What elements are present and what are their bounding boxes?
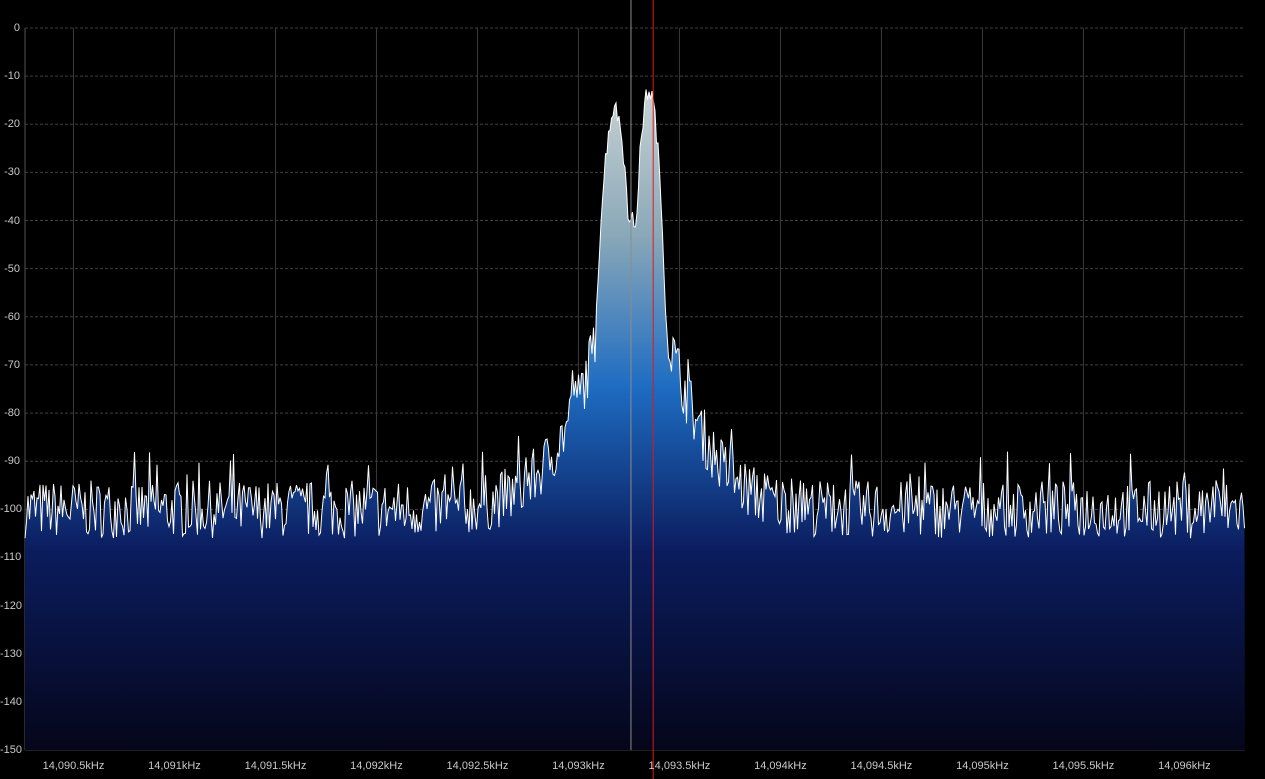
x-axis-label: 14,091.5kHz	[244, 760, 307, 772]
spectrum-display[interactable]	[0, 0, 1265, 779]
y-axis-label: -100	[0, 503, 23, 516]
y-axis-label: -80	[4, 407, 20, 420]
y-axis-label: 0	[13, 22, 20, 34]
y-axis-label: -120	[0, 599, 23, 612]
y-axis-label: -90	[4, 455, 20, 468]
y-axis-label: -10	[4, 70, 20, 83]
x-axis-label: 14,095.5kHz	[1052, 760, 1115, 772]
y-axis-label: -40	[4, 214, 20, 227]
x-axis-label: 14,090.5kHz	[42, 760, 105, 772]
y-axis-label: -110	[0, 551, 22, 564]
y-axis-label: -130	[0, 647, 23, 660]
y-axis-label: -20	[4, 118, 20, 131]
x-axis-label: 14,094kHz	[754, 760, 807, 772]
y-axis-label: -60	[4, 310, 20, 323]
y-axis-label: -140	[0, 695, 23, 708]
y-axis-label: -70	[4, 358, 20, 371]
y-axis-label: -150	[0, 744, 23, 756]
x-axis-label: 14,091kHz	[148, 760, 201, 772]
x-axis-label: 14,096kHz	[1158, 760, 1211, 772]
y-axis-label: -30	[4, 166, 20, 179]
y-axis-label: -50	[4, 262, 20, 275]
x-axis-label: 14,092kHz	[350, 760, 403, 772]
x-axis-label: 14,094.5kHz	[850, 760, 913, 772]
x-axis-label: 14,092.5kHz	[446, 760, 509, 772]
x-axis-label: 14,093.5kHz	[648, 760, 711, 772]
x-axis-label: 14,093kHz	[552, 760, 605, 772]
spectrum-fill	[25, 89, 1245, 750]
x-axis-label: 14,095kHz	[956, 760, 1009, 772]
